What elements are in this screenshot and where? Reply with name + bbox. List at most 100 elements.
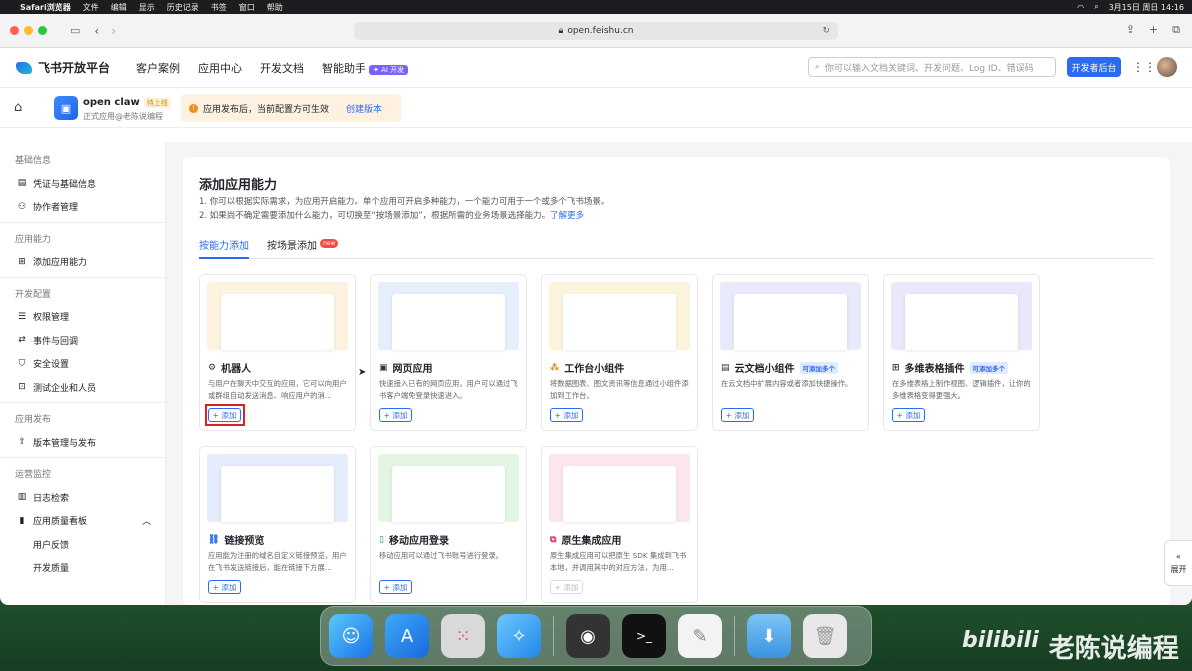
sidebar-item-credentials[interactable]: ▤ 凭证与基础信息 xyxy=(0,172,165,196)
add-base-plugin-button[interactable]: + 添加 xyxy=(892,408,925,422)
nav-docs[interactable]: 开发文档 xyxy=(260,60,304,76)
menu-bar: Safari浏览器 文件 编辑 显示 历史记录 书签 窗口 帮助 ◠ ⌕ 3月1… xyxy=(0,0,1192,14)
sidebar-item-security[interactable]: ⛉ 安全设置 xyxy=(0,352,165,376)
menu-help[interactable]: 帮助 xyxy=(267,2,283,13)
brand-logo[interactable]: 飞书开放平台 xyxy=(16,59,110,76)
tabs-overview-icon[interactable]: ⧉ xyxy=(1172,23,1180,37)
search-input[interactable]: ⌕ 你可以输入文档关键词、开发问题、Log ID、错误码 xyxy=(808,57,1056,77)
page-description: 1. 你可以根据实际需求，为应用开启能力。单个应用可开启多种能力，一个能力可用于… xyxy=(199,197,610,221)
share-icon[interactable]: ⇪ xyxy=(1126,23,1135,37)
add-link-preview-button[interactable]: + 添加 xyxy=(208,580,241,594)
sidebar-item-permissions[interactable]: ☰ 权限管理 xyxy=(0,305,165,329)
watermark-text: 老陈说编程 xyxy=(1048,634,1179,664)
bot-icon: ⚙ xyxy=(208,362,217,373)
textedit-icon[interactable]: ✎ xyxy=(678,614,722,658)
status-badge: 待上线 xyxy=(143,98,171,108)
finder-icon[interactable]: ☺ xyxy=(329,614,373,658)
add-doc-widget-button[interactable]: + 添加 xyxy=(721,408,754,422)
nav-cases[interactable]: 客户案例 xyxy=(136,60,180,76)
expand-panel-button[interactable]: « 展开 xyxy=(1164,540,1192,586)
sidebar-section-capabilities: 应用能力 xyxy=(15,234,52,245)
sidebar-item-versions[interactable]: ⇧ 版本管理与发布 xyxy=(0,431,165,455)
sidebar-section-release: 应用发布 xyxy=(15,415,52,426)
sidebar-item-test-users[interactable]: ⊡ 测试企业和人员 xyxy=(0,376,165,400)
card-native-app[interactable]: ⧉ 原生集成应用 原生集成应用可以把原生 SDK 集成到飞书本地，并调用其中的对应… xyxy=(541,446,698,603)
tab-by-scenario[interactable]: 按场景添加 new xyxy=(267,237,339,259)
card-bot[interactable]: ⚙ 机器人 与用户在聊天中交互的应用，它可以向用户或群组自动发送消息、响应用户的消… xyxy=(199,274,356,431)
downloads-folder-icon[interactable]: ⬇ xyxy=(747,614,791,658)
dock: ☺ A ⁙ ✧ ◉ >_ ✎ ⬇ 🗑︎ xyxy=(320,606,872,666)
menu-edit[interactable]: 编辑 xyxy=(111,2,127,13)
card-doc-widget[interactable]: ▤ 云文档小组件 可添加多个 在云文档中扩展内容或者添加快捷操作。 + 添加 xyxy=(712,274,869,431)
menu-app-name[interactable]: Safari浏览器 xyxy=(20,2,71,13)
clock[interactable]: 3月15日 周日 14:16 xyxy=(1109,2,1184,13)
double-chevron-left-icon: « xyxy=(1176,551,1181,561)
search-placeholder: 你可以输入文档关键词、开发问题、Log ID、错误码 xyxy=(825,63,1034,74)
nav-app-center[interactable]: 应用中心 xyxy=(198,60,242,76)
sidebar-item-events[interactable]: ⇄ 事件与回调 xyxy=(0,329,165,353)
menu-file[interactable]: 文件 xyxy=(83,2,99,13)
safari-icon[interactable]: ✧ xyxy=(497,614,541,658)
reload-icon[interactable]: ↻ xyxy=(822,26,830,36)
card-mobile-login[interactable]: ▯ 移动应用登录 移动应用可以通过飞书账号进行登录。 + 添加 xyxy=(370,446,527,603)
add-workplace-widget-button[interactable]: + 添加 xyxy=(550,408,583,422)
home-icon[interactable]: ⌂ xyxy=(14,100,40,115)
add-bot-button[interactable]: + 添加 xyxy=(208,408,241,422)
native-icon: ⧉ xyxy=(550,534,557,545)
sidebar-item-dev-quality[interactable]: 开发质量 xyxy=(0,556,165,580)
learn-more-link[interactable]: 了解更多 xyxy=(550,211,584,221)
menu-bookmarks[interactable]: 书签 xyxy=(211,2,227,13)
quicktime-icon[interactable]: ◉ xyxy=(566,614,610,658)
sidebar-section-dev-config: 开发配置 xyxy=(15,289,52,300)
multi-tag: 可添加多个 xyxy=(969,361,1009,374)
card-workplace-widget[interactable]: ⁂ 工作台小组件 将数据图表、图文资讯等信息通过小组件添加到工作台。 + 添加 xyxy=(541,274,698,431)
card-base-plugin[interactable]: ⊞ 多维表格插件 可添加多个 在多维表格上制作视图、逻辑插件，让你的多维表格变得更强… xyxy=(883,274,1040,431)
sidebar-item-quality[interactable]: ▮ 应用质量看板 ︿ xyxy=(0,509,165,533)
doc-icon: ▤ xyxy=(721,362,730,373)
upload-icon: ⇧ xyxy=(18,437,26,448)
new-badge: new xyxy=(320,239,339,248)
new-tab-icon[interactable]: + xyxy=(1149,23,1158,37)
chevron-up-icon[interactable]: ︿ xyxy=(142,514,151,527)
widget-icon: ⁂ xyxy=(550,362,560,373)
app-name[interactable]: open claw xyxy=(83,97,140,108)
card-web-app[interactable]: ▣ 网页应用 快速接入已有的网页应用，用户可以通过飞书客户端免登录快速进入。 + … xyxy=(370,274,527,431)
menu-window[interactable]: 窗口 xyxy=(239,2,255,13)
trash-icon[interactable]: 🗑︎ xyxy=(803,614,847,658)
sidebar-toggle-icon[interactable]: ▭ xyxy=(70,24,80,37)
sidebar-item-logs[interactable]: ▥ 日志检索 xyxy=(0,486,165,510)
sidebar-item-collaborators[interactable]: ⚇ 协作者管理 xyxy=(0,195,165,219)
create-version-link[interactable]: 创建版本 xyxy=(346,102,382,115)
launchpad-icon[interactable]: ⁙ xyxy=(441,614,485,658)
app-store-icon[interactable]: A xyxy=(385,614,429,658)
sidebar-item-add-capability[interactable]: ⊞ 添加应用能力 xyxy=(0,250,165,274)
close-window-button[interactable] xyxy=(10,26,19,35)
back-icon[interactable]: ‹ xyxy=(94,24,99,38)
developer-console-button[interactable]: 开发者后台 xyxy=(1067,57,1121,77)
terminal-icon[interactable]: >_ xyxy=(622,614,666,658)
bot-preview xyxy=(207,282,348,350)
nav-assistant[interactable]: 智能助手 ✦ AI 开发 xyxy=(322,60,409,76)
search-icon: ⌕ xyxy=(815,62,821,72)
tab-by-capability[interactable]: 按能力添加 xyxy=(199,237,249,259)
minimize-window-button[interactable] xyxy=(24,26,33,35)
forward-icon[interactable]: › xyxy=(111,24,116,38)
table-icon: ⊞ xyxy=(892,362,900,373)
search-icon[interactable]: ⌕ xyxy=(1094,2,1098,12)
ai-badge: ✦ AI 开发 xyxy=(369,64,409,75)
test-icon: ⊡ xyxy=(18,382,26,393)
add-mobile-login-button[interactable]: + 添加 xyxy=(379,580,412,594)
mouse-cursor-icon: ➤ xyxy=(358,367,367,378)
add-web-app-button[interactable]: + 添加 xyxy=(379,408,412,422)
sidebar-item-feedback[interactable]: 用户反馈 xyxy=(0,533,165,557)
menu-history[interactable]: 历史记录 xyxy=(167,2,199,13)
capability-panel: 添加应用能力 1. 你可以根据实际需求，为应用开启能力。单个应用可开启多种能力，… xyxy=(183,157,1170,605)
menu-view[interactable]: 显示 xyxy=(139,2,155,13)
card-link-preview[interactable]: ⛓ 链接预览 应用能为注册的域名自定义链接预览，用户在飞书发送链接后，能在链接下方… xyxy=(199,446,356,603)
address-bar[interactable]: 🔒︎ open.feishu.cn ↻ xyxy=(354,22,838,40)
add-native-app-button[interactable]: + 添加 xyxy=(550,580,583,594)
grid-plus-icon: ⊞ xyxy=(18,256,26,267)
avatar[interactable] xyxy=(1157,57,1177,77)
wifi-icon[interactable]: ◠ xyxy=(1077,3,1084,12)
zoom-window-button[interactable] xyxy=(38,26,47,35)
